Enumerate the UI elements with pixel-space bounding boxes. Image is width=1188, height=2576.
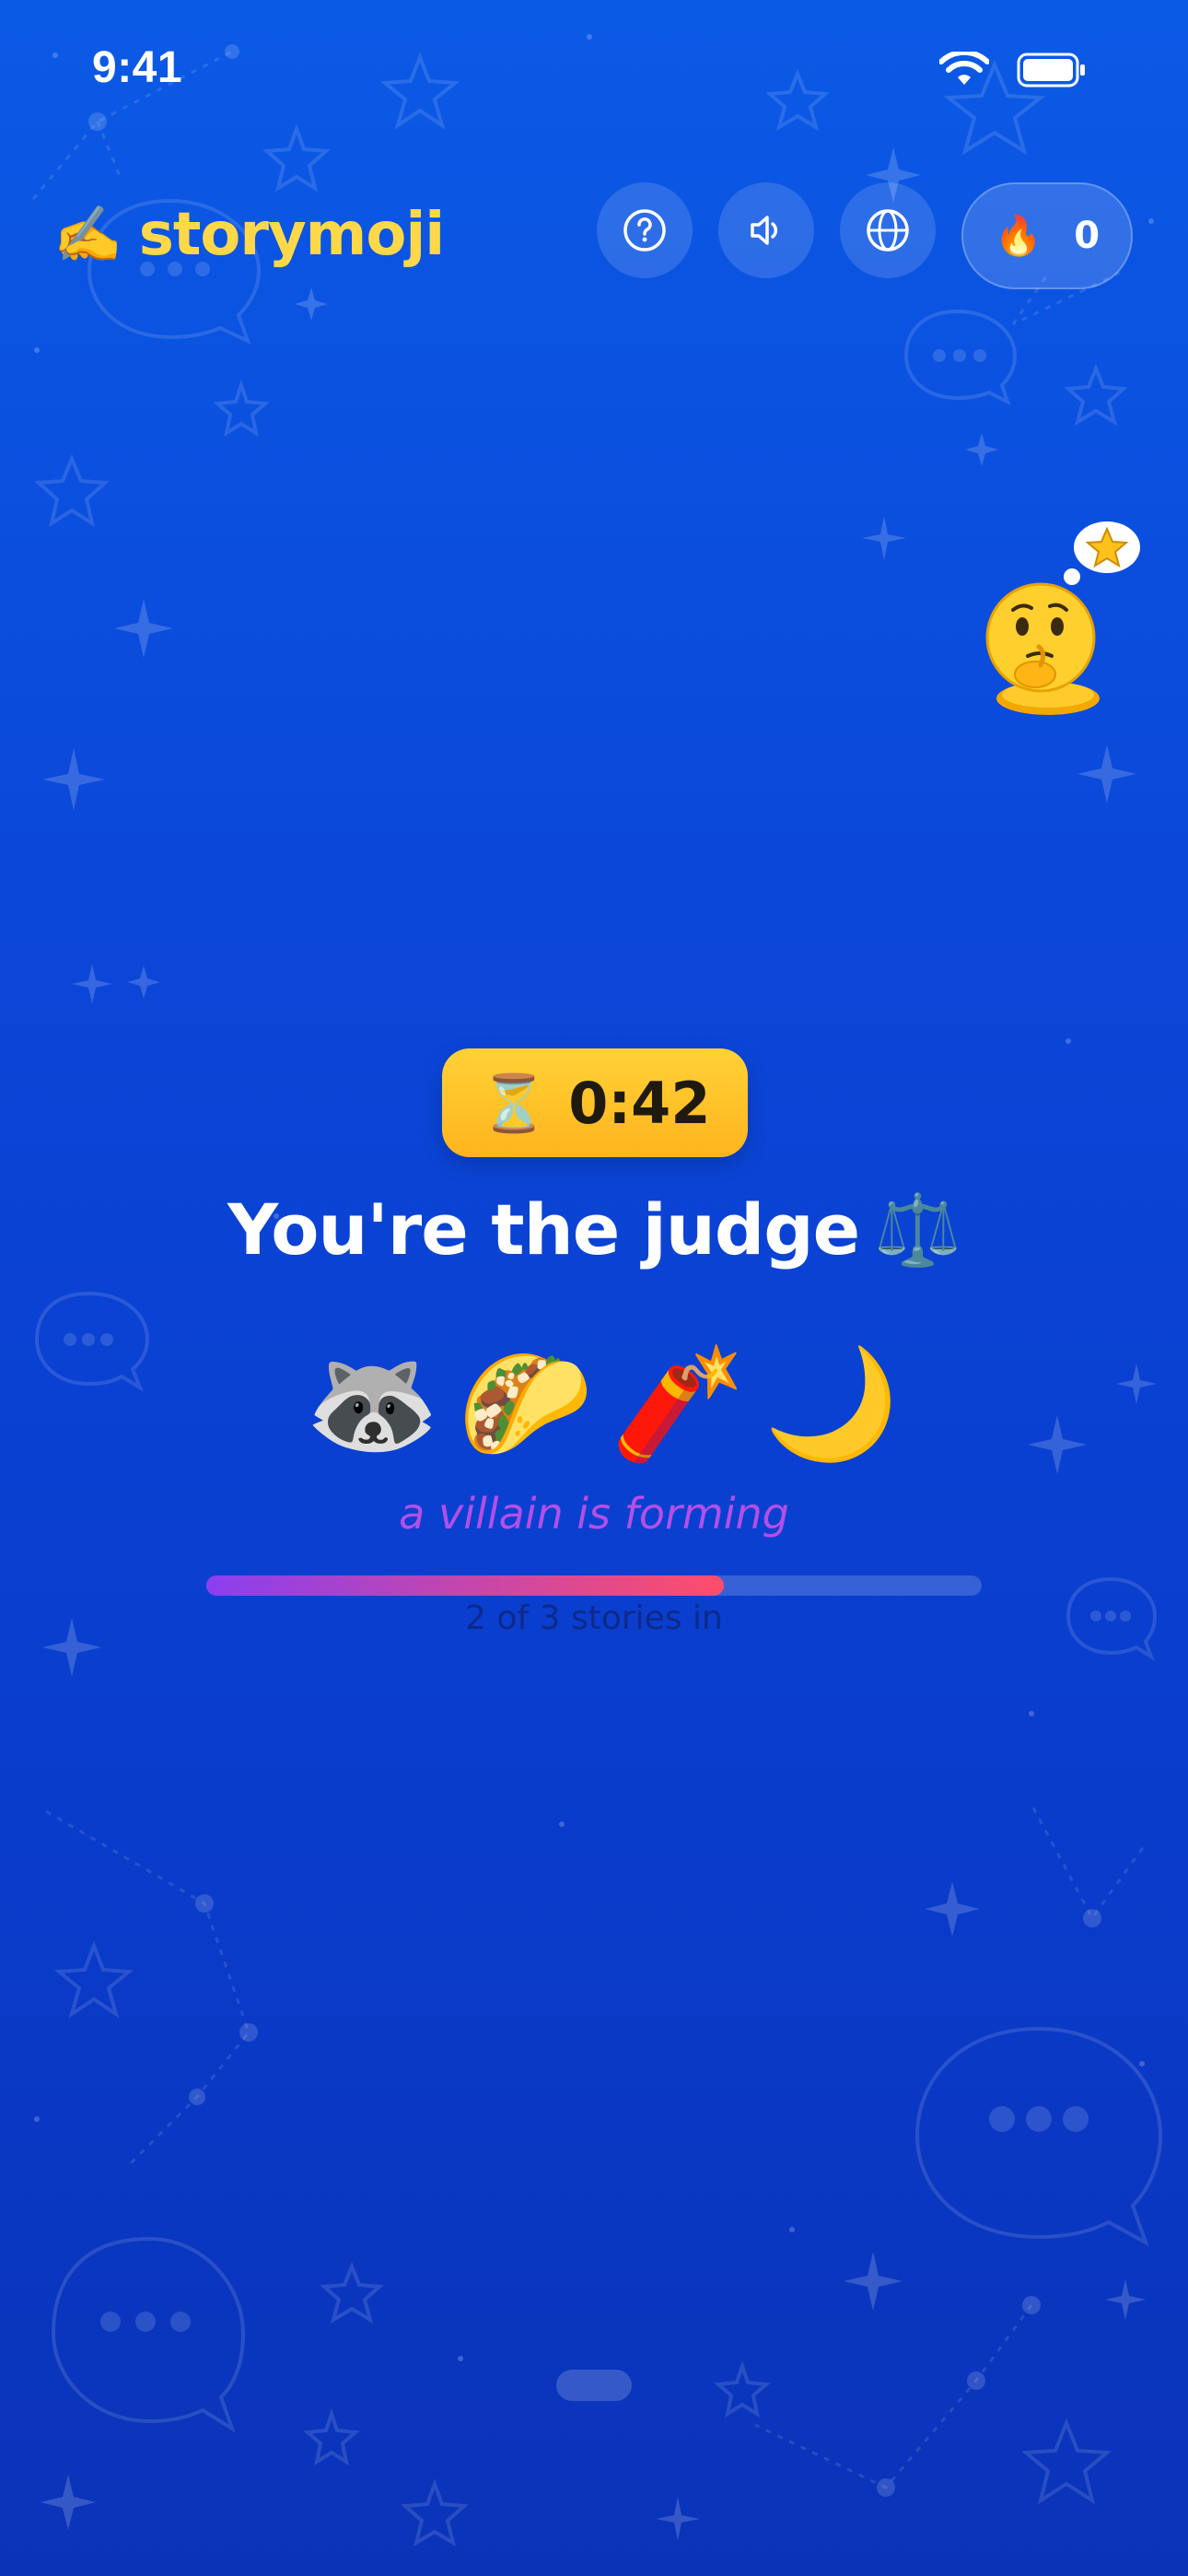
- app-logo[interactable]: ✍️ storymoji: [53, 201, 445, 269]
- wifi-icon: [939, 52, 989, 85]
- progress-fill: [206, 1575, 724, 1596]
- status-icons: [939, 52, 1087, 88]
- sound-button[interactable]: [718, 182, 814, 278]
- progress-label: 2 of 3 stories in: [465, 1599, 723, 1637]
- timer-value: 0:42: [568, 1069, 711, 1137]
- title-text: You're the judge: [227, 1188, 860, 1270]
- background-decoration: [31, 34, 1163, 2547]
- speaker-icon: [751, 216, 778, 245]
- hourglass-icon: ⏳: [479, 1071, 549, 1136]
- fire-icon: 🔥: [994, 213, 1043, 258]
- story-progress-bar: [206, 1575, 982, 1596]
- battery-icon: [1017, 53, 1085, 88]
- writing-hand-icon: ✍️: [53, 203, 122, 267]
- home-indicator[interactable]: [556, 2370, 632, 2401]
- question-circle-icon: [623, 209, 666, 252]
- page-title: You're the judge ⚖️: [0, 1188, 1188, 1271]
- status-time: 9:41: [92, 43, 183, 92]
- streak-count: 0: [1074, 215, 1101, 257]
- raccoon-emoji: 🦝: [305, 1340, 440, 1467]
- countdown-timer: ⏳ 0:42: [442, 1048, 748, 1157]
- taco-emoji: 🌮: [458, 1340, 593, 1467]
- status-hint: a villain is forming: [399, 1489, 789, 1539]
- firecracker-emoji: 🧨: [611, 1340, 746, 1467]
- streak-counter[interactable]: 🔥 0: [961, 182, 1133, 289]
- help-button[interactable]: [597, 182, 693, 278]
- emoji-prompt: 🦝 🌮 🧨 🌙: [0, 1349, 1188, 1458]
- balance-scale-icon: ⚖️: [874, 1188, 961, 1270]
- app-name: storymoji: [138, 201, 445, 269]
- language-button[interactable]: [840, 182, 936, 278]
- globe-icon: [867, 209, 909, 252]
- thinking-mascot-icon[interactable]: [976, 518, 1151, 720]
- crescent-moon-emoji: 🌙: [763, 1340, 899, 1467]
